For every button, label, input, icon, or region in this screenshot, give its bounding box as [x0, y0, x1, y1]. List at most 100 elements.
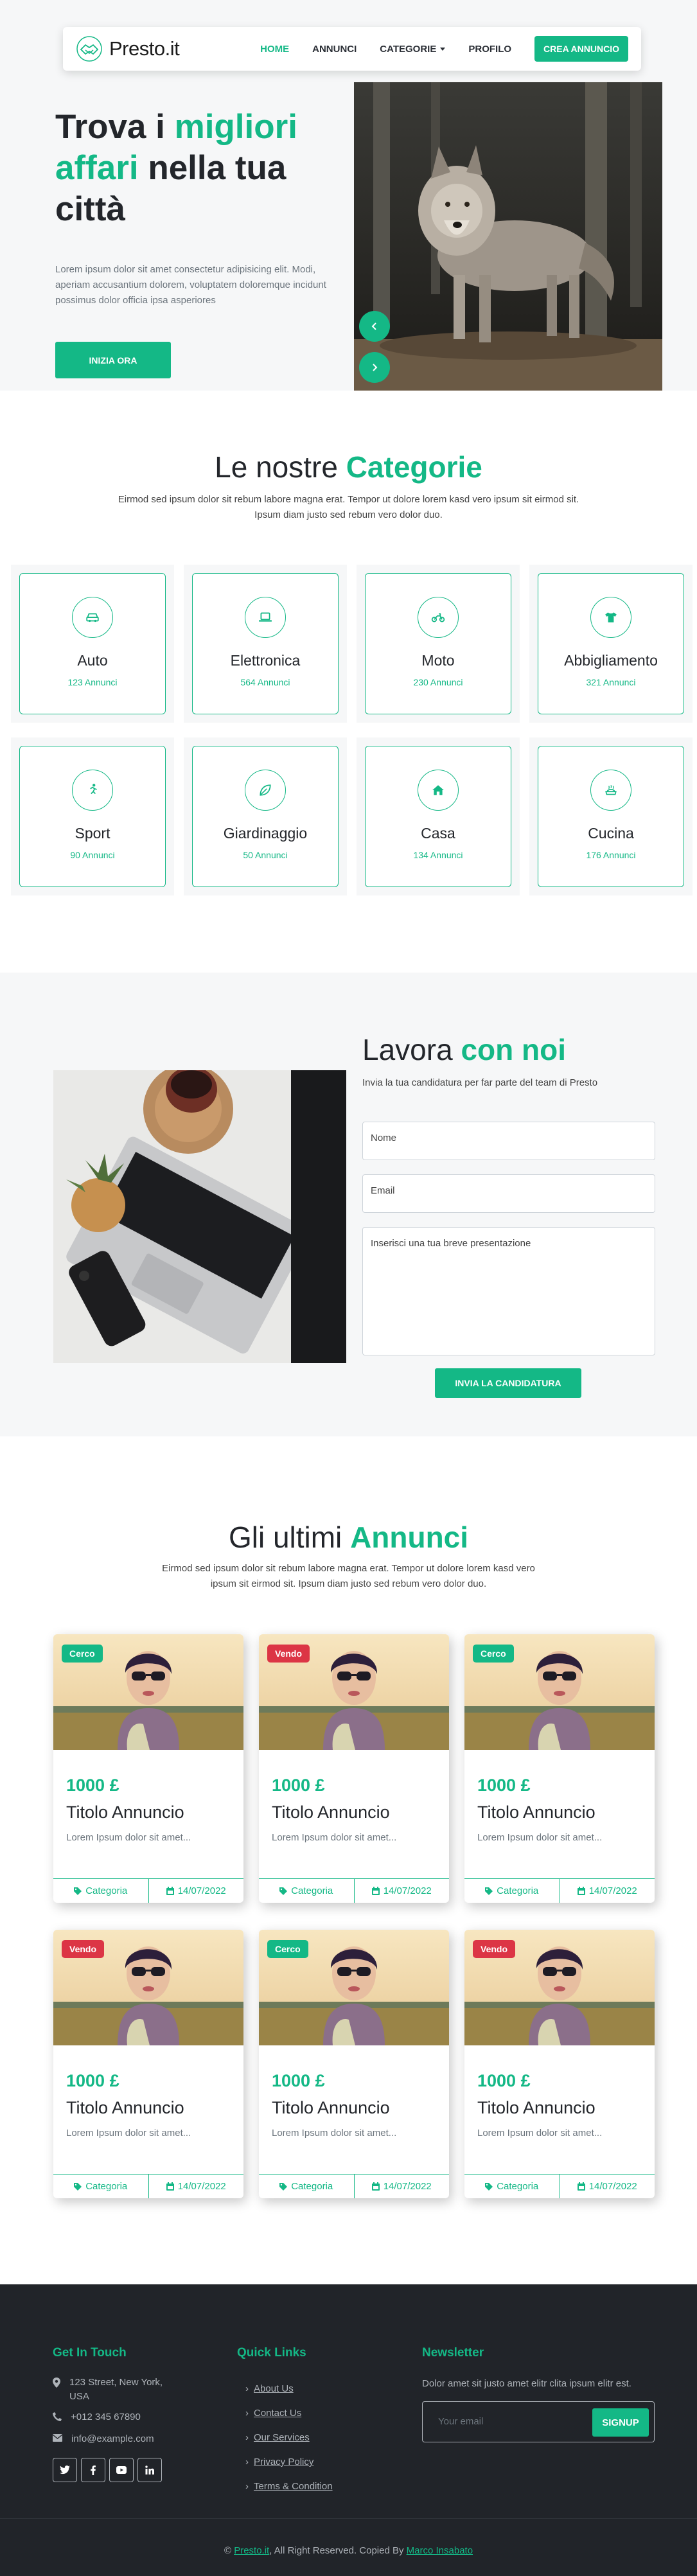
link-privacy-policy-label: Privacy Policy	[254, 2457, 314, 2467]
copyright-brand-link[interactable]: Presto.it	[234, 2545, 269, 2556]
laptop-icon	[259, 612, 272, 622]
calendar-icon	[577, 1887, 585, 1895]
newsletter-text: Dolor amet sit justo amet elitr clita ip…	[422, 2378, 631, 2389]
category-card-casa[interactable]: Casa 134 Annunci	[365, 746, 511, 887]
start-now-button[interactable]: INIZIA ORA	[55, 342, 171, 378]
footer-divider	[0, 2518, 697, 2519]
listing-price: 1000 £	[477, 1776, 531, 1795]
category-name: Abbigliamento	[564, 652, 658, 669]
copyright-author-link[interactable]: Marco Insabato	[407, 2545, 473, 2556]
calendar-icon	[166, 2182, 174, 2191]
nav-links: HOME ANNUNCI CATEGORIE PROFILO CREA ANNU…	[260, 36, 628, 62]
newsletter-heading: Newsletter	[422, 2346, 484, 2360]
youtube-button[interactable]	[109, 2458, 134, 2482]
calendar-icon	[371, 2182, 380, 2191]
listing-card[interactable]: Vendo 1000 £ Titolo Annuncio Lorem Ipsum…	[53, 1930, 243, 2198]
link-our-services[interactable]: Our Services	[245, 2432, 310, 2443]
listing-category-link[interactable]: Categoria	[464, 2175, 560, 2198]
listing-footer: Categoria 14/07/2022	[53, 2174, 243, 2198]
submit-application-button[interactable]: INVIA LA CANDIDATURA	[435, 1368, 581, 1398]
presentation-textarea[interactable]: Inserisci una tua breve presentazione	[362, 1227, 655, 1355]
hero-image-wolf	[354, 82, 662, 391]
copyright-symbol: ©	[224, 2545, 232, 2556]
listing-category: Categoria	[497, 1885, 539, 1896]
calendar-icon	[166, 1887, 174, 1895]
newsletter-email-input[interactable]: Your email	[438, 2416, 483, 2427]
listing-footer: Categoria 14/07/2022	[53, 1878, 243, 1903]
listing-description: Lorem Ipsum dolor sit amet...	[477, 2128, 603, 2139]
listing-card[interactable]: Cerco 1000 £ Titolo Annuncio Lorem Ipsum…	[259, 1930, 449, 2198]
category-card-elettronica[interactable]: Elettronica 564 Annunci	[192, 573, 339, 714]
leaf-icon	[260, 784, 271, 796]
facebook-icon	[91, 2465, 96, 2475]
email-field[interactable]: Email	[362, 1174, 655, 1213]
nav-categorie-label: CATEGORIE	[380, 43, 437, 55]
linkedin-button[interactable]	[137, 2458, 162, 2482]
category-card-abbigliamento[interactable]: Abbigliamento 321 Annunci	[538, 573, 684, 714]
listing-card[interactable]: Cerco 1000 £ Titolo Annuncio Lorem Ipsum…	[53, 1634, 243, 1903]
tag-icon	[485, 2182, 493, 2191]
listing-image: Vendo	[464, 1930, 655, 2045]
link-about-us[interactable]: About Us	[245, 2383, 294, 2394]
category-icon-circle	[72, 597, 113, 638]
chevron-left-icon	[371, 322, 376, 330]
twitter-icon	[60, 2466, 70, 2475]
listing-description: Lorem Ipsum dolor sit amet...	[66, 2128, 191, 2139]
categories-subtitle: Eirmod sed ipsum dolor sit rebum labore …	[118, 494, 579, 520]
listing-date-text: 14/07/2022	[588, 1885, 637, 1896]
category-card-auto[interactable]: Auto 123 Annunci	[19, 573, 166, 714]
listing-price: 1000 £	[272, 2071, 325, 2090]
nav-home[interactable]: HOME	[260, 44, 289, 55]
listing-category-link[interactable]: Categoria	[259, 1879, 355, 1903]
brand[interactable]: Presto.it	[76, 35, 180, 62]
tag-icon	[485, 1887, 493, 1895]
category-card-moto[interactable]: Moto 230 Annunci	[365, 573, 511, 714]
listing-date-text: 14/07/2022	[177, 2181, 226, 2192]
category-count: 176 Annunci	[586, 850, 636, 860]
twitter-button[interactable]	[53, 2458, 77, 2482]
listing-image: Vendo	[259, 1634, 449, 1750]
navbar: Presto.it HOME ANNUNCI CATEGORIE PROFILO…	[63, 27, 641, 71]
category-card-sport[interactable]: Sport 90 Annunci	[19, 746, 166, 887]
nav-categorie-dropdown[interactable]: CATEGORIE	[380, 43, 446, 55]
create-listing-button[interactable]: CREA ANNUNCIO	[534, 36, 628, 62]
nav-profilo[interactable]: PROFILO	[468, 44, 511, 55]
listing-card[interactable]: Vendo 1000 £ Titolo Annuncio Lorem Ipsum…	[259, 1634, 449, 1903]
listing-category-link[interactable]: Categoria	[53, 1879, 149, 1903]
link-contact-us[interactable]: Contact Us	[245, 2408, 301, 2419]
contact-heading: Get In Touch	[53, 2346, 127, 2360]
nav-annunci[interactable]: ANNUNCI	[312, 44, 357, 55]
slider-next-button[interactable]	[359, 352, 390, 383]
listing-badge: Cerco	[267, 1940, 308, 1958]
email: info@example.com	[53, 2432, 154, 2446]
phone-icon	[53, 2412, 62, 2421]
listing-card[interactable]: Cerco 1000 £ Titolo Annuncio Lorem Ipsum…	[464, 1634, 655, 1903]
link-privacy-policy[interactable]: Privacy Policy	[245, 2457, 313, 2467]
cooking-icon	[605, 785, 617, 795]
facebook-button[interactable]	[81, 2458, 105, 2482]
name-field[interactable]: Nome	[362, 1122, 655, 1160]
address: 123 Street, New York, USA	[53, 2376, 181, 2404]
car-icon	[86, 613, 99, 622]
listing-title: Titolo Annuncio	[272, 1803, 390, 1822]
link-terms[interactable]: Terms & Condition	[245, 2481, 333, 2492]
listing-category: Categoria	[291, 1885, 333, 1896]
brand-name: Presto.it	[109, 37, 180, 60]
slider-prev-button[interactable]	[359, 311, 390, 342]
listing-category-link[interactable]: Categoria	[259, 2175, 355, 2198]
listing-card[interactable]: Vendo 1000 £ Titolo Annuncio Lorem Ipsum…	[464, 1930, 655, 2198]
quick-links-heading: Quick Links	[237, 2346, 306, 2360]
listing-category-link[interactable]: Categoria	[464, 1879, 560, 1903]
listing-description: Lorem Ipsum dolor sit amet...	[272, 1832, 397, 1843]
page: Trova i migliori affari nella tua città …	[0, 0, 697, 2576]
listing-category-link[interactable]: Categoria	[53, 2175, 149, 2198]
category-card-giardinaggio[interactable]: Giardinaggio 50 Annunci	[192, 746, 339, 887]
listing-footer: Categoria 14/07/2022	[259, 2174, 449, 2198]
category-name: Giardinaggio	[223, 825, 308, 842]
category-card-cucina[interactable]: Cucina 176 Annunci	[538, 746, 684, 887]
listing-footer: Categoria 14/07/2022	[464, 2174, 655, 2198]
signup-button[interactable]: SIGNUP	[592, 2408, 649, 2437]
running-icon	[90, 784, 97, 795]
phone: +012 345 67890	[53, 2410, 141, 2424]
category-count: 564 Annunci	[240, 677, 290, 687]
